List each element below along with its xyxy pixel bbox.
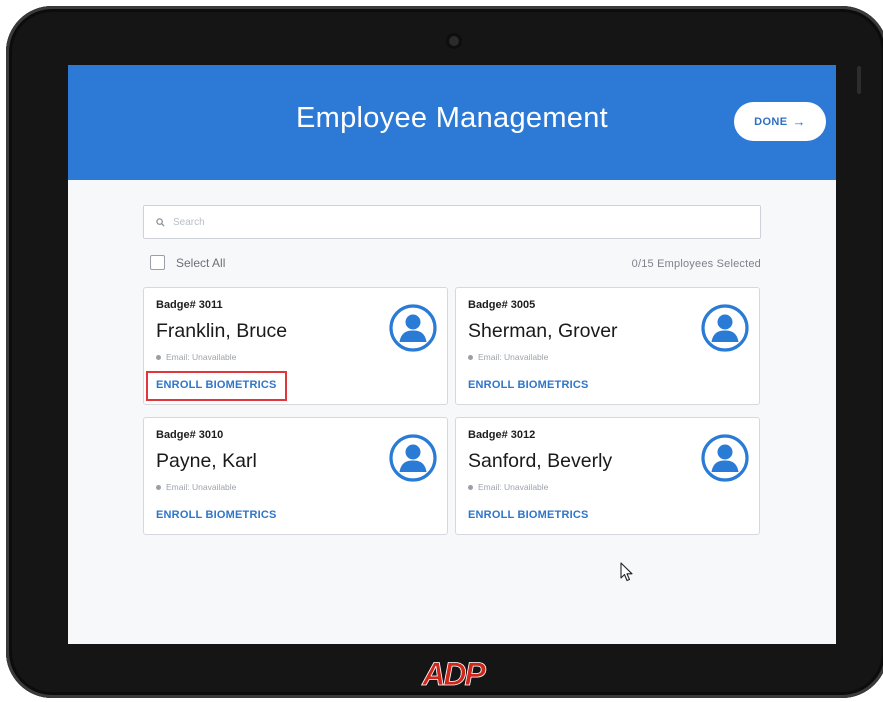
enroll-biometrics-link[interactable]: ENROLL BIOMETRICS	[156, 509, 277, 521]
page-title: Employee Management	[296, 102, 608, 134]
select-all-checkbox[interactable]	[150, 255, 165, 270]
enroll-biometrics-link[interactable]: ENROLL BIOMETRICS	[156, 379, 277, 391]
search-input[interactable]	[173, 216, 733, 228]
tablet-side-button	[857, 66, 861, 94]
arrow-right-icon: →	[792, 114, 806, 129]
employee-name: Franklin, Bruce	[156, 320, 288, 342]
done-button-label: DONE	[754, 115, 788, 128]
badge-number: Badge# 3012	[468, 429, 536, 441]
email-status: Email: Unavailable	[156, 482, 236, 492]
enroll-biometrics-link[interactable]: ENROLL BIOMETRICS	[468, 509, 589, 521]
badge-number: Badge# 3011	[156, 299, 223, 311]
status-dot-icon	[156, 354, 161, 360]
done-button[interactable]: DONE →	[734, 102, 826, 141]
email-status: Email: Unavailable	[468, 482, 548, 492]
avatar-icon	[389, 304, 437, 352]
status-dot-icon	[468, 354, 473, 360]
selected-count: 0/15 Employees Selected	[631, 258, 761, 270]
search-icon	[156, 217, 165, 227]
select-all[interactable]: Select All	[150, 255, 225, 270]
employee-name: Sanford, Beverly	[468, 450, 613, 472]
badge-number: Badge# 3005	[468, 299, 536, 311]
status-dot-icon	[156, 484, 161, 490]
employee-card[interactable]: Badge# 3011 Franklin, Bruce Email: Unava…	[143, 287, 448, 405]
email-text: Email: Unavailable	[166, 482, 237, 492]
employee-name: Payne, Karl	[156, 450, 257, 472]
employee-card[interactable]: Badge# 3012 Sanford, Beverly Email: Unav…	[455, 417, 760, 535]
avatar-icon	[389, 434, 437, 482]
adp-logo: ADP	[415, 654, 491, 692]
badge-number: Badge# 3010	[156, 429, 224, 441]
email-text: Email: Unavailable	[166, 352, 237, 362]
employee-card[interactable]: Badge# 3005 Sherman, Grover Email: Unava…	[455, 287, 760, 405]
mouse-pointer-icon	[620, 562, 634, 582]
header-bar: Employee Management DONE →	[68, 65, 836, 180]
logo-text: ADP	[421, 656, 486, 692]
email-text: Email: Unavailable	[478, 352, 549, 362]
status-dot-icon	[468, 484, 473, 490]
employee-card[interactable]: Badge# 3010 Payne, Karl Email: Unavailab…	[143, 417, 448, 535]
avatar-icon	[701, 304, 749, 352]
email-text: Email: Unavailable	[478, 482, 549, 492]
select-all-label: Select All	[176, 255, 226, 270]
search-bar[interactable]	[143, 205, 761, 239]
employee-name: Sherman, Grover	[468, 320, 618, 342]
email-status: Email: Unavailable	[468, 352, 548, 362]
app-screen: Employee Management DONE → Select All 0/…	[68, 65, 836, 644]
enroll-biometrics-link[interactable]: ENROLL BIOMETRICS	[468, 379, 589, 391]
camera-lens	[446, 33, 462, 49]
email-status: Email: Unavailable	[156, 352, 236, 362]
avatar-icon	[701, 434, 749, 482]
